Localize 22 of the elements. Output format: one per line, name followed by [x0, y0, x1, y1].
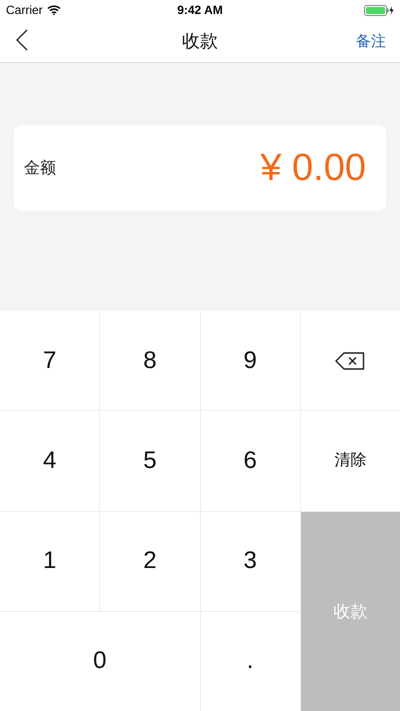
key-button[interactable]: 5 [100, 411, 200, 510]
key-button[interactable]: 0 [0, 612, 200, 711]
key-button[interactable]: 3 [200, 512, 300, 611]
key-button[interactable]: 2 [100, 512, 200, 611]
key-button[interactable]: 7 [0, 311, 100, 410]
amount-label: 金额 [24, 158, 56, 178]
key-button[interactable]: 9 [200, 311, 300, 410]
back-button[interactable] [14, 29, 30, 53]
battery-charging-icon [364, 4, 394, 16]
carrier-name: Carrier [6, 3, 43, 17]
backspace-icon [335, 352, 366, 370]
clock-time: 9:42 AM [177, 3, 223, 17]
clear-button[interactable]: 清除 [300, 411, 400, 510]
key-button[interactable]: 4 [0, 411, 100, 510]
note-button[interactable]: 备注 [356, 28, 386, 54]
page-title: 收款 [182, 30, 218, 53]
key-button[interactable]: . [200, 612, 300, 711]
wifi-icon [46, 5, 61, 15]
key-button[interactable]: 8 [100, 311, 200, 410]
key-button[interactable]: 1 [0, 512, 100, 611]
key-button[interactable]: 6 [200, 411, 300, 510]
amount-value: ¥ 0.00 [260, 146, 366, 190]
